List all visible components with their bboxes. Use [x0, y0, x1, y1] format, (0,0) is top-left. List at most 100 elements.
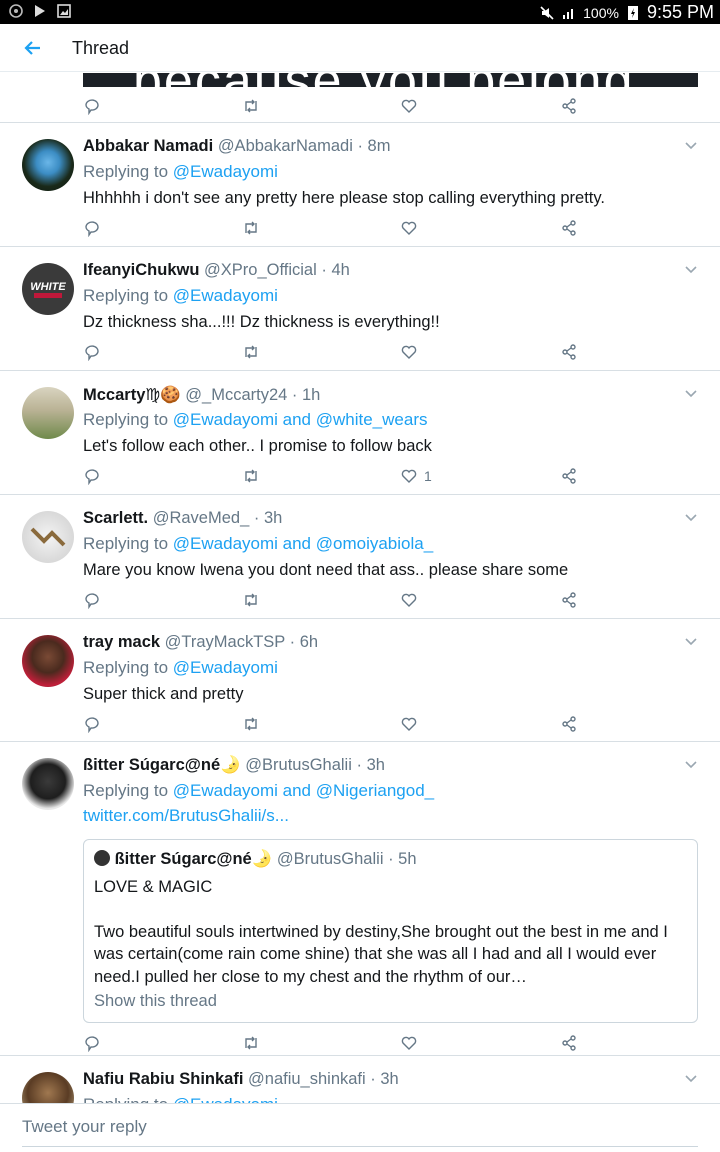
- reply-button[interactable]: [83, 96, 101, 116]
- retweet-button[interactable]: [242, 96, 260, 116]
- user-handle[interactable]: @XPro_Official: [204, 261, 317, 279]
- replying-to: Replying to @Ewadayomi and @white_wears: [83, 410, 427, 430]
- share-icon: [562, 98, 576, 114]
- tweet-media-image[interactable]: because you belong: [83, 73, 698, 87]
- quoted-tweet-time: · 5h: [388, 850, 417, 868]
- replying-mention[interactable]: @Ewadayomi and @Nigeriangod_: [173, 781, 434, 800]
- avatar[interactable]: [22, 511, 74, 563]
- user-name[interactable]: Abbakar Namadi: [83, 137, 213, 155]
- user-handle[interactable]: @nafiu_shinkafi: [248, 1070, 366, 1088]
- share-button[interactable]: [560, 590, 578, 610]
- chevron-down-icon[interactable]: [684, 1074, 698, 1084]
- avatar[interactable]: [22, 387, 74, 439]
- show-thread-link[interactable]: Show this thread: [94, 992, 217, 1011]
- user-name[interactable]: Mccarty♍🍪: [83, 386, 181, 404]
- user-name[interactable]: Nafiu Rabiu Shinkafi: [83, 1070, 243, 1088]
- user-name[interactable]: IfeanyiChukwu: [83, 261, 199, 279]
- like-button[interactable]: [400, 1033, 418, 1053]
- chevron-down-icon[interactable]: [684, 760, 698, 770]
- replying-mention[interactable]: @Ewadayomi: [173, 286, 278, 305]
- replying-mention[interactable]: @Ewadayomi: [173, 658, 278, 677]
- replying-prefix: Replying to: [83, 162, 169, 181]
- user-name[interactable]: tray mack: [83, 633, 160, 651]
- reply-button[interactable]: [83, 218, 101, 238]
- share-icon: [562, 220, 576, 236]
- replying-mention[interactable]: @Ewadayomi and @white_wears: [173, 410, 428, 429]
- retweet-icon: [245, 345, 257, 359]
- hotspot-icon: [9, 4, 23, 18]
- reply-icon: [85, 469, 99, 485]
- tweet-actions: [83, 218, 583, 238]
- quoted-user-handle: @BrutusGhalii: [276, 850, 384, 868]
- share-button[interactable]: [560, 218, 578, 238]
- chevron-down-icon[interactable]: [684, 265, 698, 275]
- replying-mention[interactable]: @Ewadayomi: [173, 1095, 278, 1103]
- tweet-header: ßitter Súgarc@né🌛 @BrutusGhalii · 3h: [83, 756, 385, 775]
- chevron-down-icon[interactable]: [684, 513, 698, 523]
- reply-input[interactable]: [22, 1114, 692, 1140]
- reply-button[interactable]: [83, 466, 101, 486]
- retweet-icon: [245, 221, 257, 235]
- user-handle[interactable]: @_Mccarty24: [185, 386, 287, 404]
- user-name[interactable]: ßitter Súgarc@né🌛: [83, 756, 241, 774]
- chevron-down-icon[interactable]: [684, 637, 698, 647]
- tweet-time: · 4h: [321, 261, 350, 279]
- heart-icon: [401, 345, 417, 359]
- divider: [0, 370, 720, 371]
- status-bar: 100% 9:55 PM: [0, 0, 720, 24]
- retweet-button[interactable]: [242, 590, 260, 610]
- retweet-button[interactable]: [242, 714, 260, 734]
- share-button[interactable]: [560, 714, 578, 734]
- tweet-text: Super thick and pretty: [83, 685, 244, 703]
- chevron-down-icon[interactable]: [684, 389, 698, 399]
- tweet-time: · 1h: [291, 386, 321, 404]
- quoted-tweet-body: LOVE & MAGIC Two beautiful souls intertw…: [94, 876, 684, 988]
- reply-button[interactable]: [83, 1033, 101, 1053]
- user-handle[interactable]: @BrutusGhalii: [245, 756, 352, 774]
- retweet-button[interactable]: [242, 342, 260, 362]
- user-handle[interactable]: @TrayMackTSP: [165, 633, 285, 651]
- tweet-actions: [83, 342, 583, 362]
- avatar[interactable]: [22, 1072, 74, 1103]
- tweet-url[interactable]: twitter.com/BrutusGhalii/s...: [83, 806, 289, 825]
- heart-icon: [401, 717, 417, 731]
- heart-icon: [401, 221, 417, 235]
- reply-button[interactable]: [83, 714, 101, 734]
- user-handle[interactable]: @RaveMed_: [153, 509, 250, 527]
- user-name[interactable]: Scarlett.: [83, 509, 148, 527]
- like-button[interactable]: [400, 342, 418, 362]
- like-button[interactable]: [400, 218, 418, 238]
- thread-feed[interactable]: because you belong Abbakar Namadi @Abbak…: [0, 73, 720, 1103]
- share-button[interactable]: [560, 342, 578, 362]
- avatar[interactable]: [22, 635, 74, 687]
- tweet-text: Mare you know Iwena you dont need that a…: [83, 561, 569, 579]
- reply-button[interactable]: [83, 590, 101, 610]
- like-button[interactable]: 1: [400, 466, 432, 486]
- replying-mention[interactable]: @Ewadayomi and @omoiyabiola_: [173, 534, 433, 553]
- back-arrow-icon[interactable]: [20, 36, 44, 60]
- quoted-tweet[interactable]: ßitter Súgarc@né🌛 @BrutusGhalii · 5h LOV…: [83, 839, 698, 1023]
- share-button[interactable]: [560, 1033, 578, 1053]
- tweet-time: · 3h: [356, 756, 385, 774]
- replying-mention[interactable]: @Ewadayomi: [173, 162, 278, 181]
- share-button[interactable]: [560, 466, 578, 486]
- like-button[interactable]: [400, 96, 418, 116]
- share-button[interactable]: [560, 96, 578, 116]
- tweet-link[interactable]: twitter.com/BrutusGhalii/s...: [83, 806, 289, 826]
- retweet-button[interactable]: [242, 466, 260, 486]
- chevron-down-icon[interactable]: [684, 141, 698, 151]
- retweet-button[interactable]: [242, 218, 260, 238]
- reply-button[interactable]: [83, 342, 101, 362]
- retweet-button[interactable]: [242, 1033, 260, 1053]
- avatar[interactable]: [22, 139, 74, 191]
- reply-icon: [85, 1036, 99, 1052]
- avatar[interactable]: WHITE: [22, 263, 74, 315]
- share-icon: [562, 716, 576, 732]
- like-button[interactable]: [400, 590, 418, 610]
- signal-icon: [563, 8, 574, 19]
- avatar[interactable]: [22, 758, 74, 810]
- battery-icon: [627, 5, 638, 20]
- tweet-actions: [83, 590, 583, 610]
- user-handle[interactable]: @AbbakarNamadi: [218, 137, 353, 155]
- like-button[interactable]: [400, 714, 418, 734]
